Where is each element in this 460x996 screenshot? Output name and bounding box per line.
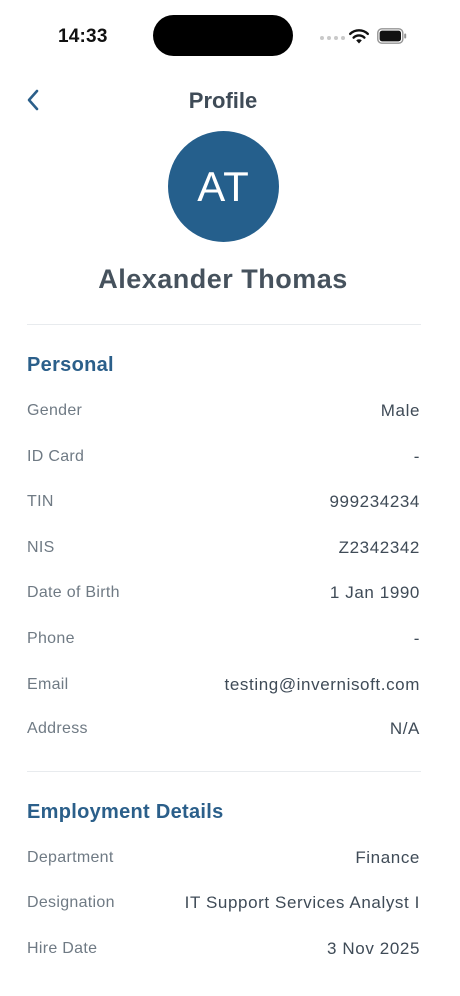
avatar-initials: AT: [197, 162, 250, 210]
info-row-designation: Designation IT Support Services Analyst …: [27, 891, 420, 915]
info-row-gender: Gender Male: [27, 399, 420, 423]
divider: [27, 324, 421, 325]
info-row-email: Email testing@invernisoft.com: [27, 673, 420, 697]
info-value: 1 Jan 1990: [329, 583, 420, 602]
info-value: -: [413, 629, 420, 648]
info-value: 999234234: [329, 492, 420, 511]
info-label: NIS: [27, 539, 55, 556]
section-title-employment: Employment Details: [27, 801, 224, 823]
page-title: Profile: [188, 88, 258, 113]
info-value: Z2342342: [338, 538, 420, 557]
battery-icon: [377, 28, 407, 44]
info-row-department: Department Finance: [27, 846, 420, 870]
info-row-date-of-birth: Date of Birth 1 Jan 1990: [27, 581, 420, 605]
info-value: N/A: [389, 719, 420, 738]
info-label: TIN: [27, 493, 54, 510]
divider: [27, 771, 421, 772]
info-label: Phone: [27, 630, 75, 647]
status-bar: 14:33: [0, 0, 460, 70]
avatar: AT: [168, 131, 279, 242]
info-value: -: [413, 447, 420, 466]
info-label: Hire Date: [27, 940, 98, 957]
info-row-hire-date: Hire Date 3 Nov 2025: [27, 937, 420, 961]
info-label: Address: [27, 720, 88, 737]
info-row-phone: Phone -: [27, 627, 420, 651]
section-title-personal: Personal: [27, 354, 114, 376]
info-value[interactable]: testing@invernisoft.com: [225, 675, 420, 695]
info-label: Designation: [27, 894, 115, 911]
info-label: Department: [27, 849, 114, 866]
dynamic-island: [153, 15, 293, 56]
info-value: Finance: [355, 848, 420, 867]
info-row-tin: TIN 999234234: [27, 490, 420, 514]
info-row-nis: NIS Z2342342: [27, 536, 420, 560]
cellular-signal-icon: [320, 36, 345, 40]
wifi-icon: [349, 29, 369, 44]
info-value: Male: [380, 401, 420, 420]
info-label: ID Card: [27, 448, 85, 465]
info-label: Date of Birth: [27, 584, 120, 601]
status-time: 14:33: [58, 26, 108, 47]
info-label: Email: [27, 676, 69, 693]
info-row-id-card: ID Card -: [27, 445, 420, 469]
user-name: Alexander Thomas: [98, 264, 348, 294]
info-row-address: Address N/A: [27, 717, 420, 741]
info-value: 3 Nov 2025: [327, 939, 420, 958]
info-value: IT Support Services Analyst I: [184, 893, 420, 912]
info-label: Gender: [27, 402, 83, 419]
